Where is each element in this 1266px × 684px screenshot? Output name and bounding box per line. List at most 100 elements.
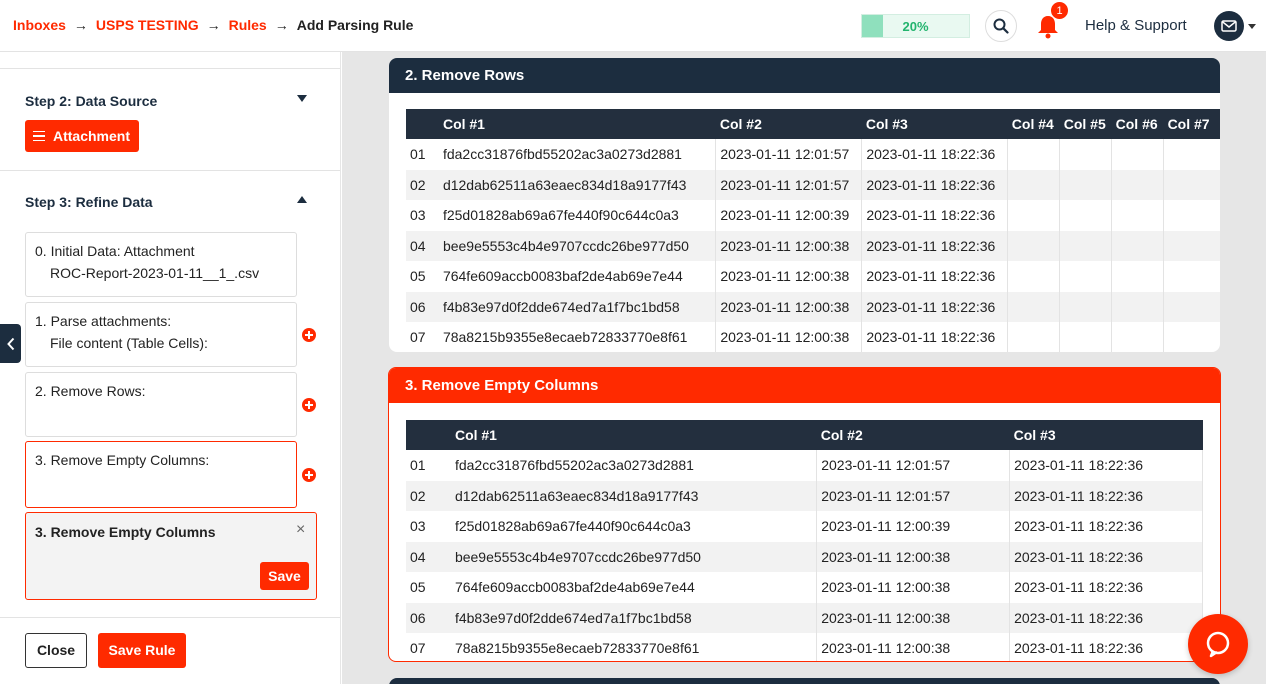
- step3-title[interactable]: Step 3: Refine Data: [25, 194, 153, 210]
- arrow-right-icon: →: [73, 17, 88, 33]
- collapse-panel-button[interactable]: [0, 324, 21, 363]
- row-number: 05: [410, 268, 426, 285]
- table-row: 04 bee9e5553c4b4e9707ccdc26be977d50 2023-0…: [406, 541, 1203, 572]
- table-cell: [1007, 139, 1061, 170]
- table-cell: [1059, 200, 1113, 231]
- table-cell: [1059, 291, 1113, 322]
- close-icon[interactable]: ×: [296, 521, 305, 539]
- table-cell: 2023-01-11 18:22:36: [861, 169, 1009, 200]
- table-row: 05 764fe609accb0083baf2de4ab69e7e44 2023-0…: [406, 572, 1203, 603]
- table-cell: 2023-01-11 12:00:38: [816, 602, 1011, 633]
- chat-button[interactable]: [1188, 614, 1248, 674]
- search-button[interactable]: [985, 10, 1017, 42]
- step-card-remove-empty-columns[interactable]: 3. Remove Empty Columns:: [25, 441, 297, 508]
- chevron-up-icon[interactable]: [297, 196, 307, 203]
- add-step-icon[interactable]: [302, 398, 316, 412]
- avatar[interactable]: [1214, 11, 1244, 41]
- save-rule-button[interactable]: Save Rule: [98, 633, 186, 668]
- arrow-right-icon: →: [206, 17, 221, 33]
- column-header: Col #6: [1111, 109, 1164, 139]
- column-header: Col #1: [450, 420, 817, 450]
- data-table: Col #1 Col #2 Col #3 Col #4 Col #5 Col #6 Col …: [406, 109, 1220, 352]
- table-row: 02 d12dab62511a63eaec834d18a9177f43 2023-0…: [406, 480, 1203, 511]
- table-cell: 2023-01-11 12:01:57: [715, 139, 863, 170]
- table-cell: [1111, 200, 1165, 231]
- table-cell: 78a8215b9355e8ecaeb72833770e8f61: [450, 633, 818, 661]
- chevron-down-icon[interactable]: [1248, 24, 1256, 29]
- table-cell: 2023-01-11 18:22:36: [1009, 511, 1203, 542]
- row-number: 05: [410, 579, 426, 596]
- table-row: 06 f4b83e97d0f2dde674ed7a1f7bc1bd58 2023-0…: [406, 291, 1220, 322]
- attachment-button[interactable]: Attachment: [25, 120, 139, 152]
- breadcrumb-usps-testing[interactable]: USPS TESTING: [96, 17, 199, 33]
- table-cell: 78a8215b9355e8ecaeb72833770e8f61: [438, 322, 717, 352]
- table-cell: [1163, 230, 1220, 261]
- table-cell: d12dab62511a63eaec834d18a9177f43: [450, 480, 818, 511]
- chevron-left-icon: [6, 337, 14, 350]
- step-card-remove-rows[interactable]: 2. Remove Rows:: [25, 372, 297, 437]
- table-cell: [1007, 322, 1061, 352]
- table-cell: 2023-01-11 18:22:36: [1009, 633, 1203, 661]
- table-cell: [1111, 169, 1165, 200]
- table-row: 03 f25d01828ab69a67fe440f90c644c0a3 2023-0…: [406, 511, 1203, 542]
- row-number: 01: [410, 457, 426, 474]
- table-cell: [1111, 230, 1165, 261]
- save-step-button[interactable]: Save: [260, 562, 309, 590]
- step-card-parse-attachments[interactable]: 1. Parse attachments: File content (Tabl…: [25, 302, 297, 367]
- mail-icon: [1221, 20, 1237, 32]
- table-row: 03 f25d01828ab69a67fe440f90c644c0a3 2023-0…: [406, 200, 1220, 231]
- table-row: 02 d12dab62511a63eaec834d18a9177f43 2023-0…: [406, 169, 1220, 200]
- table-cell: f4b83e97d0f2dde674ed7a1f7bc1bd58: [450, 602, 818, 633]
- table-cell: [1059, 322, 1113, 352]
- row-number: 03: [410, 518, 426, 535]
- table-cell: [1163, 139, 1220, 170]
- table-cell: f25d01828ab69a67fe440f90c644c0a3: [450, 511, 818, 542]
- table-cell: [1059, 169, 1113, 200]
- table-cell: [1007, 261, 1061, 292]
- table-cell: 2023-01-11 18:22:36: [1009, 602, 1203, 633]
- table-cell: fda2cc31876fbd55202ac3a0273d2881: [450, 450, 818, 481]
- next-panel-header: [389, 678, 1220, 684]
- table-cell: fda2cc31876fbd55202ac3a0273d2881: [438, 139, 717, 170]
- table-cell: [1059, 139, 1113, 170]
- table-cell: 764fe609accb0083baf2de4ab69e7e44: [438, 261, 717, 292]
- step-card-line: 0. Initial Data: Attachment: [35, 243, 195, 259]
- step-card-line: 2. Remove Rows:: [35, 383, 146, 399]
- chat-icon: [1206, 631, 1230, 658]
- panel-title: 2. Remove Rows: [389, 58, 1220, 93]
- add-step-icon[interactable]: [302, 328, 316, 342]
- progress-label: 20%: [902, 19, 929, 34]
- step-card-filename: ROC-Report-2023-01-11__1_.csv: [50, 265, 260, 281]
- table-cell: 2023-01-11 18:22:36: [861, 261, 1009, 292]
- table-cell: 2023-01-11 18:22:36: [861, 291, 1009, 322]
- table-row: 05 764fe609accb0083baf2de4ab69e7e44 2023-0…: [406, 261, 1220, 292]
- add-step-icon[interactable]: [302, 468, 316, 482]
- row-number: 04: [406, 230, 439, 261]
- table-cell: [1059, 261, 1113, 292]
- preview-area[interactable]: 2. Remove Rows Col #1 Col #2 Col #3 Col #4 C…: [342, 52, 1266, 684]
- column-header-index: [406, 420, 451, 450]
- close-button[interactable]: Close: [25, 633, 87, 668]
- table-cell: [1111, 291, 1165, 322]
- help-support-link[interactable]: Help & Support: [1085, 17, 1187, 34]
- table-cell: [1007, 169, 1061, 200]
- breadcrumb-inboxes[interactable]: Inboxes: [13, 17, 66, 33]
- table-cell: 2023-01-11 12:01:57: [816, 480, 1011, 511]
- table-cell: bee9e5553c4b4e9707ccdc26be977d50: [450, 541, 818, 572]
- step-card-initial-data[interactable]: 0. Initial Data: Attachment ROC-Report-2…: [25, 232, 297, 297]
- table-cell: [1163, 169, 1220, 200]
- row-number: 07: [410, 329, 426, 346]
- row-number: 02: [406, 480, 451, 511]
- table-cell: 2023-01-11 12:00:38: [715, 261, 863, 292]
- table-cell: 2023-01-11 18:22:36: [1009, 572, 1203, 603]
- notification-badge: 1: [1050, 1, 1069, 20]
- step-card-line: 3. Remove Empty Columns:: [35, 452, 210, 468]
- top-bar: Inboxes → USPS TESTING → Rules → Add Par…: [0, 0, 1266, 52]
- step2-title[interactable]: Step 2: Data Source: [25, 93, 157, 109]
- breadcrumb-rules[interactable]: Rules: [229, 17, 267, 33]
- chevron-down-icon[interactable]: [297, 95, 307, 102]
- table-cell: 2023-01-11 18:22:36: [1009, 450, 1203, 481]
- remove-empty-columns-panel: 3. Remove Empty Columns Col #1 Col #2 Col …: [388, 367, 1221, 662]
- table-cell: [1163, 200, 1220, 231]
- table-cell: 2023-01-11 12:00:38: [715, 322, 863, 352]
